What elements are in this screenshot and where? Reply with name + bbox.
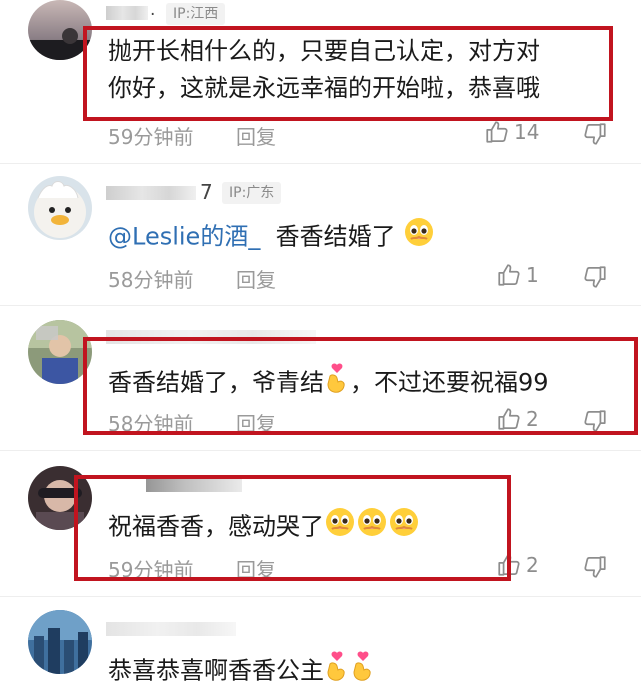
reply-button[interactable]: 回复 <box>236 408 276 437</box>
comment-text: 恭喜恭喜啊香香公主 <box>108 650 376 693</box>
username-blurred[interactable] <box>106 330 316 344</box>
comment-text-part-2: ，不过还要祝福99 <box>350 368 549 397</box>
dislike-button[interactable] <box>582 264 608 294</box>
dislike-button[interactable] <box>582 121 608 151</box>
avatar[interactable] <box>28 466 92 530</box>
mention-link[interactable]: @Leslie的酒_ <box>108 223 260 251</box>
avatar[interactable] <box>28 0 92 60</box>
divider <box>0 450 641 451</box>
avatar-image <box>28 466 92 530</box>
duck-avatar-image <box>28 176 92 240</box>
divider <box>0 305 641 306</box>
username-tail: . <box>150 0 156 20</box>
finger-heart-icon <box>324 650 350 693</box>
pleading-face-icon <box>356 506 388 549</box>
like-button[interactable]: 1 <box>496 262 539 288</box>
username-blurred[interactable] <box>106 6 148 20</box>
avatar-image <box>28 320 92 384</box>
comment-text-body <box>268 223 276 251</box>
avatar[interactable] <box>28 320 92 384</box>
avatar[interactable] <box>28 610 92 674</box>
avatar-image <box>28 0 92 60</box>
like-button[interactable]: 2 <box>496 406 539 432</box>
thumbs-down-icon <box>584 556 606 578</box>
username-blurred[interactable] <box>146 478 242 492</box>
like-count: 2 <box>526 407 539 431</box>
comment-text: 祝福香香，感动哭了 <box>108 506 420 549</box>
divider <box>0 163 641 164</box>
finger-heart-icon <box>350 650 376 693</box>
thumbs-down-icon <box>584 410 606 432</box>
username-tail: 7 <box>200 180 213 204</box>
thumbs-up-icon <box>498 408 520 430</box>
comment-text-body: 恭喜恭喜啊香香公主 <box>108 656 324 685</box>
comment-text-part-1: 香香结婚了，爷青结 <box>108 368 324 397</box>
comment-text-body-text: 香香结婚了 <box>275 222 396 251</box>
comment-text: 抛开长相什么的，只要自己认定，对方对 你好，这就是永远幸福的开始啦，恭喜哦 <box>108 33 540 107</box>
reply-button[interactable]: 回复 <box>236 554 276 583</box>
comment-text-line-1: 抛开长相什么的，只要自己认定，对方对 <box>108 37 540 65</box>
ip-location-badge: IP:江西 <box>166 3 226 25</box>
comment-text: @Leslie的酒_ 香香结婚了 <box>108 216 435 259</box>
thumbs-up-icon <box>498 554 520 576</box>
dislike-button[interactable] <box>582 554 608 584</box>
username-blurred[interactable] <box>106 186 196 200</box>
comment-time: 59分钟前 <box>108 558 194 582</box>
comment-time: 59分钟前 <box>108 125 194 149</box>
pleading-face-icon <box>324 506 356 549</box>
comment-text: 香香结婚了，爷青结 ，不过还要祝福99 <box>108 362 549 405</box>
pleading-face-icon <box>388 506 420 549</box>
like-count: 1 <box>526 263 539 287</box>
thumbs-up-icon <box>498 264 520 286</box>
comment-time: 58分钟前 <box>108 412 194 436</box>
reply-button[interactable]: 回复 <box>236 264 276 293</box>
avatar-image <box>28 610 92 674</box>
like-count: 14 <box>514 120 540 144</box>
comment-text-body: 祝福香香，感动哭了 <box>108 512 324 541</box>
ip-location-badge: IP:广东 <box>222 182 282 204</box>
pleading-face-icon <box>403 216 435 259</box>
thumbs-down-icon <box>584 123 606 145</box>
like-button[interactable]: 14 <box>484 119 539 145</box>
username-blurred[interactable] <box>106 622 236 636</box>
dislike-button[interactable] <box>582 408 608 438</box>
comment-time: 58分钟前 <box>108 268 194 292</box>
comment-text-line-2: 你好，这就是永远幸福的开始啦，恭喜哦 <box>108 74 540 102</box>
finger-heart-icon <box>324 362 350 405</box>
like-button[interactable]: 2 <box>496 552 539 578</box>
thumbs-down-icon <box>584 266 606 288</box>
avatar[interactable] <box>28 176 92 240</box>
divider <box>0 596 641 597</box>
like-count: 2 <box>526 553 539 577</box>
reply-button[interactable]: 回复 <box>236 121 276 150</box>
thumbs-up-icon <box>486 121 508 143</box>
